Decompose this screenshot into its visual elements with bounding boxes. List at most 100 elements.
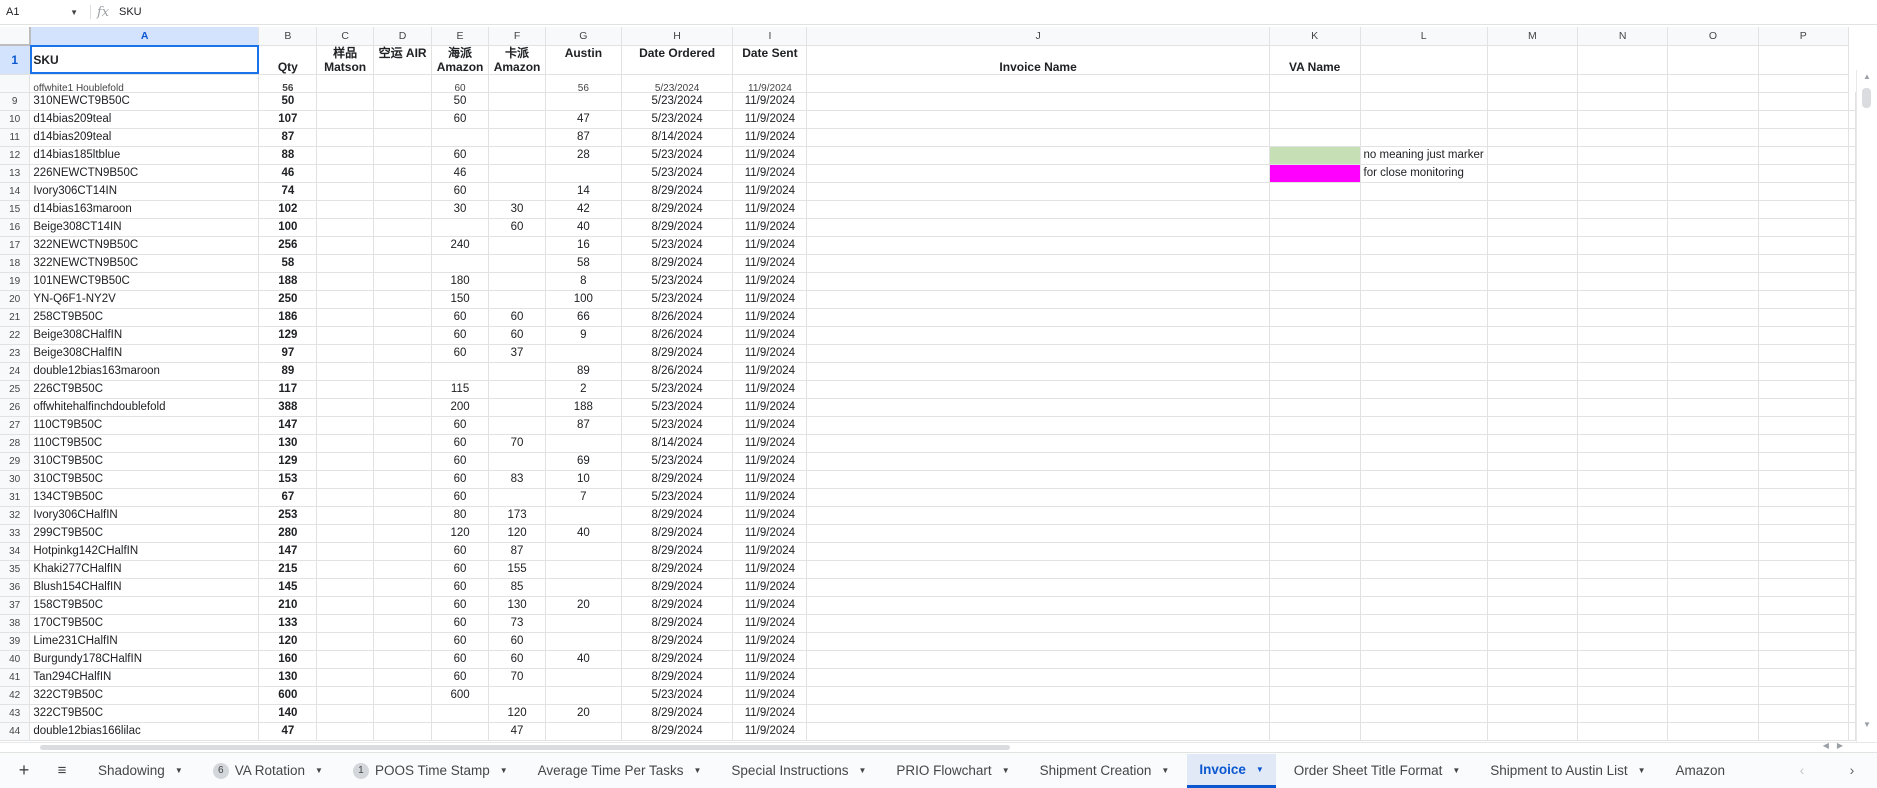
- cell[interactable]: [1577, 92, 1669, 111]
- air-cell[interactable]: [373, 92, 433, 111]
- date-sent-cell[interactable]: 11/9/2024: [732, 290, 808, 309]
- cell[interactable]: [1577, 416, 1669, 435]
- matson-cell[interactable]: [316, 218, 375, 237]
- austin-cell[interactable]: 40: [545, 218, 622, 237]
- truck-amazon-cell[interactable]: [488, 272, 547, 291]
- date-sent-cell[interactable]: 11/9/2024: [732, 236, 808, 255]
- date-ordered-cell[interactable]: 8/29/2024: [621, 218, 734, 237]
- date-ordered-cell[interactable]: 8/26/2024: [621, 362, 734, 381]
- cell[interactable]: [1758, 164, 1850, 183]
- cell[interactable]: [1487, 272, 1579, 291]
- date-ordered-cell[interactable]: 8/26/2024: [621, 326, 734, 345]
- cell[interactable]: [1848, 722, 1856, 741]
- qty-cell[interactable]: 129: [258, 452, 318, 471]
- truck-amazon-cell[interactable]: [488, 452, 547, 471]
- sku-cell[interactable]: YN-Q6F1-NY2V: [29, 290, 260, 309]
- sea-amazon-cell[interactable]: [431, 128, 490, 147]
- date-ordered-cell[interactable]: 8/29/2024: [621, 470, 734, 489]
- invoice-name-cell[interactable]: [806, 164, 1270, 183]
- cell[interactable]: [1577, 488, 1669, 507]
- cell[interactable]: [1758, 218, 1850, 237]
- chevron-down-icon[interactable]: ▼: [70, 8, 78, 17]
- cell[interactable]: [1360, 326, 1488, 345]
- cell[interactable]: [1758, 578, 1850, 597]
- cell[interactable]: [1577, 524, 1669, 543]
- cell[interactable]: [1758, 704, 1850, 723]
- cell[interactable]: [1667, 218, 1759, 237]
- cell[interactable]: [1360, 578, 1488, 597]
- cell[interactable]: [1667, 254, 1759, 273]
- air-cell[interactable]: [373, 110, 433, 129]
- qty-cell[interactable]: 50: [258, 92, 318, 111]
- cell[interactable]: [1848, 92, 1856, 111]
- scroll-thumb[interactable]: [1862, 88, 1871, 108]
- va-name-cell[interactable]: [1269, 218, 1361, 237]
- qty-cell[interactable]: 47: [258, 722, 318, 741]
- cell[interactable]: [1487, 218, 1579, 237]
- date-sent-cell[interactable]: 11/9/2024: [732, 614, 808, 633]
- sea-amazon-cell[interactable]: 240: [431, 236, 490, 255]
- invoice-name-cell[interactable]: [806, 146, 1270, 165]
- va-name-cell[interactable]: [1269, 614, 1361, 633]
- cell[interactable]: [1487, 344, 1579, 363]
- row-header[interactable]: 44: [0, 722, 31, 741]
- air-cell[interactable]: [373, 416, 433, 435]
- row-header[interactable]: 13: [0, 164, 31, 183]
- date-sent-cell[interactable]: 11/9/2024: [732, 110, 808, 129]
- row-header[interactable]: 17: [0, 236, 31, 255]
- row-header[interactable]: 10: [0, 110, 31, 129]
- cell[interactable]: [1487, 488, 1579, 507]
- sea-amazon-cell[interactable]: 115: [431, 380, 490, 399]
- cell[interactable]: [1667, 650, 1759, 669]
- invoice-name-cell[interactable]: [806, 686, 1270, 705]
- date-ordered-cell[interactable]: 8/29/2024: [621, 650, 734, 669]
- air-cell[interactable]: [373, 236, 433, 255]
- cell[interactable]: [1667, 578, 1759, 597]
- truck-amazon-cell[interactable]: 155: [488, 560, 547, 579]
- date-sent-cell[interactable]: 11/9/2024: [732, 578, 808, 597]
- cell[interactable]: [1269, 74, 1361, 93]
- va-name-cell[interactable]: [1269, 560, 1361, 579]
- matson-cell[interactable]: [316, 632, 375, 651]
- sku-cell[interactable]: offwhite1 Houblefold: [29, 74, 260, 93]
- air-cell[interactable]: [373, 506, 433, 525]
- va-name-cell[interactable]: [1269, 182, 1361, 201]
- sheet-tab-amazon[interactable]: Amazon: [1664, 754, 1738, 788]
- cell[interactable]: [1848, 434, 1856, 453]
- date-ordered-cell[interactable]: 8/26/2024: [621, 308, 734, 327]
- cell[interactable]: [1848, 326, 1856, 345]
- cell[interactable]: [1487, 380, 1579, 399]
- cell[interactable]: [1487, 146, 1579, 165]
- cell[interactable]: [1360, 236, 1488, 255]
- sea-amazon-cell[interactable]: 120: [431, 524, 490, 543]
- air-cell[interactable]: [373, 614, 433, 633]
- date-ordered-cell[interactable]: 5/23/2024: [621, 92, 734, 111]
- cell[interactable]: [1487, 74, 1579, 93]
- sea-amazon-cell[interactable]: 60: [431, 74, 490, 93]
- qty-cell[interactable]: 250: [258, 290, 318, 309]
- cell[interactable]: [1758, 542, 1850, 561]
- sea-amazon-cell[interactable]: 180: [431, 272, 490, 291]
- header-sea-amazon[interactable]: 海派 Amazon: [431, 45, 490, 75]
- invoice-name-cell[interactable]: [806, 542, 1270, 561]
- truck-amazon-cell[interactable]: 70: [488, 434, 547, 453]
- column-header-n[interactable]: N: [1577, 27, 1669, 46]
- cell[interactable]: [1848, 596, 1856, 615]
- cell[interactable]: [1848, 380, 1856, 399]
- cell[interactable]: [1577, 200, 1669, 219]
- sku-cell[interactable]: 322NEWCTN9B50C: [29, 254, 260, 273]
- qty-cell[interactable]: 130: [258, 434, 318, 453]
- qty-cell[interactable]: 46: [258, 164, 318, 183]
- cell[interactable]: [1487, 542, 1579, 561]
- austin-cell[interactable]: [545, 614, 622, 633]
- date-ordered-cell[interactable]: 8/29/2024: [621, 614, 734, 633]
- qty-cell[interactable]: 153: [258, 470, 318, 489]
- cell[interactable]: [1577, 506, 1669, 525]
- invoice-name-cell[interactable]: [806, 452, 1270, 471]
- air-cell[interactable]: [373, 362, 433, 381]
- date-sent-cell[interactable]: 11/9/2024: [732, 362, 808, 381]
- cell[interactable]: [1360, 596, 1488, 615]
- sheet-grid[interactable]: ABCDEFGHIJKLMNOP 1 SKU Qty 样品 Matson 空运 A…: [0, 27, 1856, 742]
- cell[interactable]: [1487, 45, 1579, 75]
- austin-cell[interactable]: 42: [545, 200, 622, 219]
